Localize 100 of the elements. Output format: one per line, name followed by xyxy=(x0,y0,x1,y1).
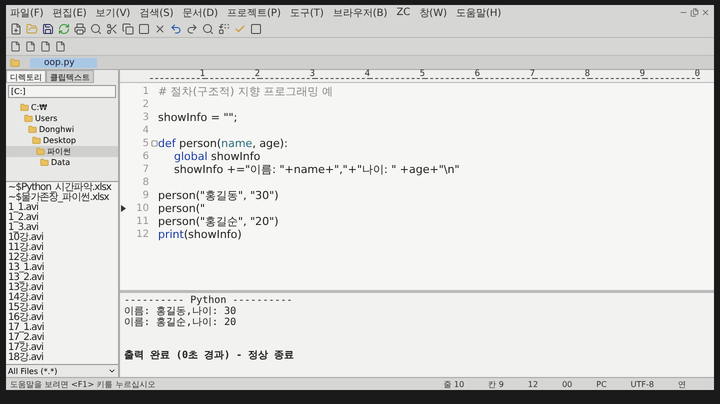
document-tab[interactable]: oop.py xyxy=(30,58,97,68)
code-line: print(showInfo) xyxy=(158,228,242,241)
fold-icon[interactable] xyxy=(151,140,158,147)
menu-item[interactable]: 프로젝트(P) xyxy=(227,6,281,20)
menu-item[interactable]: 창(W) xyxy=(419,6,447,20)
close-icon[interactable] xyxy=(701,8,710,17)
menu-item[interactable]: 브라우저(B) xyxy=(332,6,388,20)
folder-item[interactable]: Donghwi xyxy=(6,124,118,135)
folder-icon xyxy=(28,125,37,134)
output-line: ---------- Python ---------- xyxy=(124,295,294,306)
redo-icon[interactable] xyxy=(186,22,198,34)
code-line: def person(name, age): xyxy=(158,137,288,150)
status-field: 줄 10 xyxy=(444,378,464,390)
file-item[interactable]: 1_2.avi xyxy=(8,213,38,223)
line-number: 6 xyxy=(142,151,150,162)
file-item[interactable]: 17_2.avi xyxy=(8,333,44,343)
file-item[interactable]: 1_3.avi xyxy=(8,223,38,233)
folder-item[interactable]: Desktop xyxy=(6,135,118,146)
sidebar-tab[interactable]: 디렉토리 xyxy=(6,70,46,83)
code-line: person("홍길동", "30") xyxy=(158,188,279,203)
square-icon[interactable] xyxy=(138,22,150,34)
document-icon[interactable] xyxy=(55,41,66,52)
file-item[interactable]: 1_1.avi xyxy=(8,203,38,213)
folder-icon xyxy=(20,103,29,112)
code-line: showInfo = ""; xyxy=(158,111,238,124)
status-field: 00 xyxy=(562,380,572,388)
output-line: 이름: 홍길동,나이: 30 xyxy=(124,306,238,317)
filter-dropdown[interactable]: All Files (*.*) xyxy=(6,364,118,377)
status-field: 연 xyxy=(678,378,686,390)
folder-item[interactable]: Data xyxy=(6,157,118,168)
status-field: PC xyxy=(596,380,607,388)
file-item[interactable]: 15강.avi xyxy=(8,303,44,313)
file-item[interactable]: 13_1.avi xyxy=(8,263,44,273)
code-line: showInfo +="이름: "+name+","+"나이: " +age+"\n" xyxy=(173,162,460,177)
line-number: 3 xyxy=(142,112,150,123)
line-number: 8 xyxy=(142,177,150,188)
copy-icon[interactable] xyxy=(122,22,134,34)
menu-item[interactable]: ZC xyxy=(396,7,410,18)
search-icon[interactable] xyxy=(90,22,102,34)
close-icon[interactable] xyxy=(154,22,166,34)
scissors-icon[interactable] xyxy=(106,22,118,34)
folder-item[interactable]: Users xyxy=(6,113,118,124)
new-file-icon[interactable] xyxy=(10,22,22,34)
code-line: person(" xyxy=(158,202,206,215)
refresh-icon[interactable] xyxy=(58,22,70,34)
code-line: person("홍길순", "20") xyxy=(158,214,279,229)
code-line: global showInfo xyxy=(173,150,260,163)
file-item[interactable]: 18강.avi xyxy=(8,353,44,363)
sidebar-tab[interactable]: 클립텍스트 xyxy=(46,70,94,83)
line-number: 10 xyxy=(135,203,150,214)
file-item[interactable]: 17강.avi xyxy=(8,343,44,353)
status-field: 칸 9 xyxy=(488,378,504,390)
menu-item[interactable]: 도움말(H) xyxy=(456,6,502,20)
status-field: UTF-8 xyxy=(630,380,654,388)
restore-icon[interactable] xyxy=(690,8,699,17)
file-item[interactable]: 17_1.avi xyxy=(8,323,44,333)
output-line: 이름: 홍길순,나이: 20 xyxy=(124,317,238,328)
printer-icon[interactable] xyxy=(74,22,86,34)
document-icon[interactable] xyxy=(25,41,36,52)
status-hint: 도움말을 보려면 <F1> 키를 누르십시오 xyxy=(10,378,156,390)
folder-item[interactable]: C:₩ xyxy=(6,102,118,113)
menu-item[interactable]: 편집(E) xyxy=(52,6,87,20)
undo-icon[interactable] xyxy=(170,22,182,34)
line-number: 1 xyxy=(142,86,150,97)
file-item[interactable]: 13강.avi xyxy=(8,283,44,293)
status-field: 12 xyxy=(528,380,538,388)
file-item[interactable]: 13_2.avi xyxy=(8,273,44,283)
document-icon[interactable] xyxy=(10,41,21,52)
file-item[interactable]: ~$Python_시간파악.xlsx xyxy=(8,183,112,193)
folder-icon xyxy=(40,158,49,167)
line-number: 12 xyxy=(135,229,150,240)
line-number: 2 xyxy=(142,99,150,110)
ruler: 1 2 3 4 5 6 7 8 9 0 xyxy=(120,70,714,83)
file-item[interactable]: 14강.avi xyxy=(8,293,44,303)
folder-item[interactable]: 파이썬 xyxy=(6,146,118,157)
menu-item[interactable]: 검색(S) xyxy=(139,6,174,20)
folder-icon xyxy=(32,136,41,145)
folder-icon xyxy=(24,114,33,123)
search-icon[interactable] xyxy=(202,22,214,34)
line-number: 11 xyxy=(135,216,150,227)
file-item[interactable]: 10강.avi xyxy=(8,233,44,243)
folder-icon xyxy=(36,147,45,156)
file-item[interactable]: 11강.avi xyxy=(8,243,44,253)
check-icon[interactable] xyxy=(234,22,246,34)
replace-icon[interactable] xyxy=(218,22,230,34)
file-item[interactable]: 16강.avi xyxy=(8,313,44,323)
line-number: 9 xyxy=(142,190,150,201)
menu-item[interactable]: 문서(D) xyxy=(182,6,218,20)
menu-item[interactable]: 보기(V) xyxy=(96,6,130,20)
file-item[interactable]: ~$물가존장_파이썬.xlsx xyxy=(8,193,109,203)
document-icon[interactable] xyxy=(40,41,51,52)
menu-item[interactable]: 도구(T) xyxy=(290,6,324,20)
code-line: # 절차(구조적) 지향 프로그래밍 예 xyxy=(158,84,333,99)
file-item[interactable]: 12강.avi xyxy=(8,253,44,263)
save-icon[interactable] xyxy=(42,22,54,34)
menu-item[interactable]: 파일(F) xyxy=(10,6,44,20)
drive-dropdown[interactable]: [C:] xyxy=(8,85,116,98)
output-line: 출력 완료 (0초 경과) - 정상 종료 xyxy=(124,350,296,361)
line-number: 5 xyxy=(142,138,150,149)
square-icon[interactable] xyxy=(250,22,262,34)
